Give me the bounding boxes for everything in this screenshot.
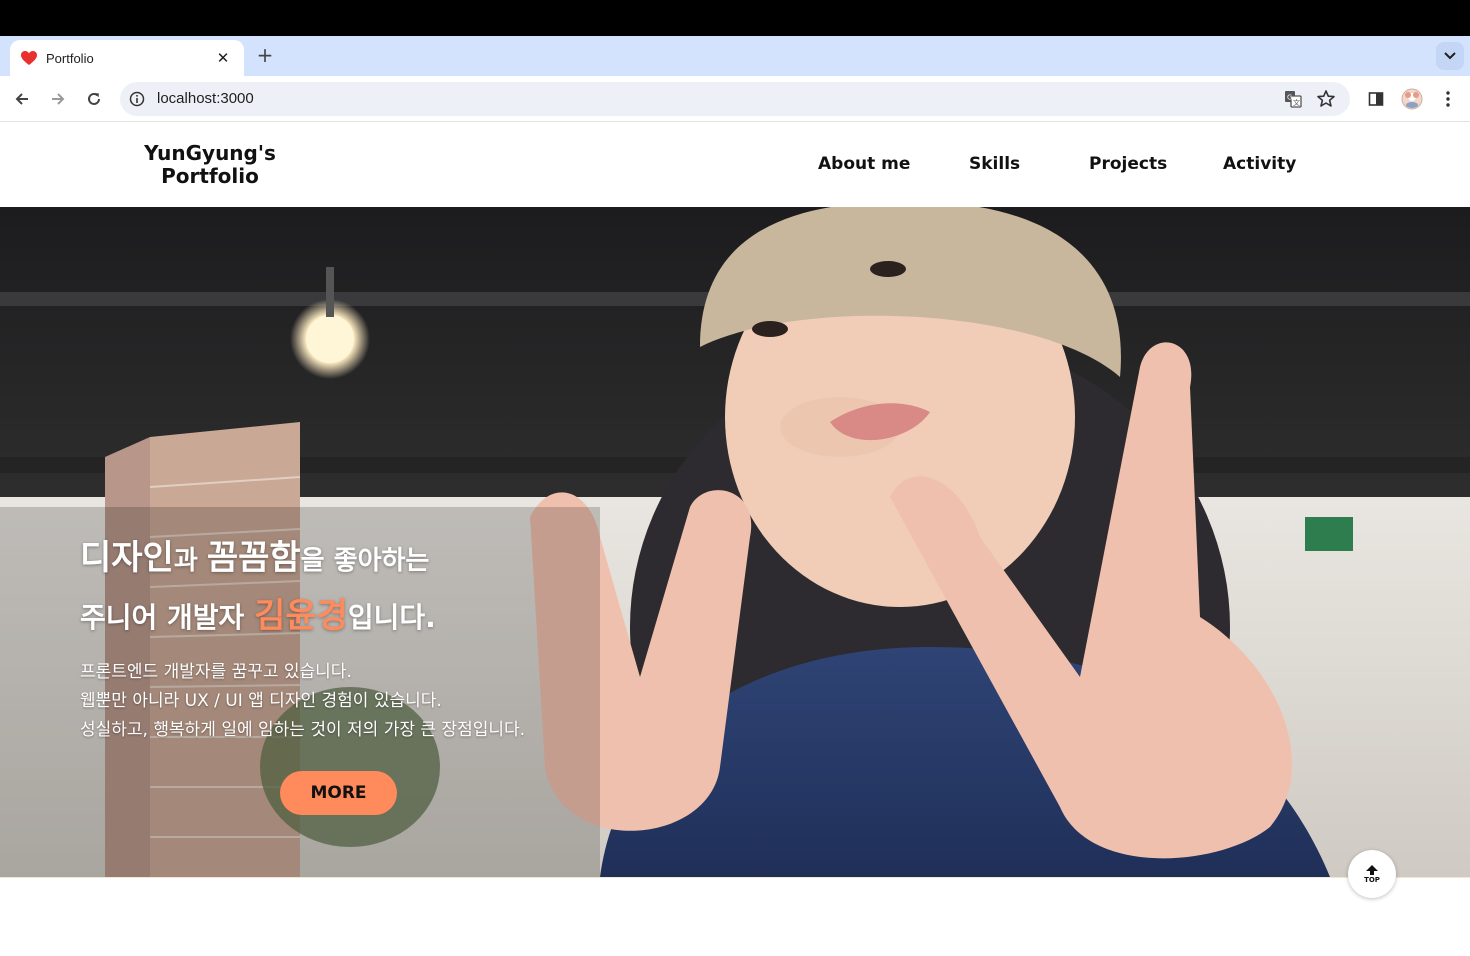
browser-menu-icon[interactable] — [1436, 87, 1460, 111]
hero-headline-line-2: 주니어 개발자 김윤경입니다. — [80, 590, 525, 648]
top-label: TOP — [1364, 875, 1380, 884]
heart-favicon-icon — [20, 49, 38, 67]
headline-word-meticulous: 꼼꼼함 — [206, 538, 301, 578]
desc-line-1: 프론트엔드 개발자를 꿈꾸고 있습니다. — [80, 662, 352, 682]
hero-description: 프론트엔드 개발자를 꿈꾸고 있습니다. 웹뿐만 아니라 UX / UI 앱 디… — [80, 658, 525, 745]
site-header: YunGyung's Portfolio About me Skills Pro… — [0, 123, 1470, 207]
hero-headline-line-1: 디자인과 꼼꼼함을 좋아하는 — [80, 532, 525, 590]
forward-arrow-icon[interactable] — [46, 87, 70, 111]
browser-tab-strip: Portfolio ✕ + — [0, 36, 1470, 76]
headline-end: 입니다. — [347, 601, 436, 634]
bookmark-star-icon[interactable] — [1316, 89, 1336, 109]
site-logo[interactable]: YunGyung's Portfolio — [135, 142, 285, 188]
url-text[interactable]: localhost:3000 — [157, 90, 254, 107]
back-arrow-icon[interactable] — [10, 87, 34, 111]
profile-avatar-icon[interactable] — [1400, 87, 1424, 111]
hero-text: 디자인과 꼼꼼함을 좋아하는 주니어 개발자 김윤경입니다. 프론트엔드 개발자… — [80, 532, 525, 745]
tab-title: Portfolio — [46, 50, 94, 66]
scroll-to-top-button[interactable]: TOP — [1348, 850, 1396, 898]
desc-line-2: 웹뿐만 아니라 UX / UI 앱 디자인 경험이 있습니다. — [80, 691, 442, 711]
translate-icon[interactable]: G文 — [1284, 90, 1302, 108]
hero-bottom-divider — [0, 877, 1470, 878]
new-tab-icon[interactable]: + — [254, 44, 276, 66]
tab-search-chevron-icon[interactable] — [1436, 42, 1464, 70]
headline-junior-dev: 주니어 개발자 — [80, 601, 255, 634]
nav-activity[interactable]: Activity — [1223, 154, 1296, 174]
svg-text:文: 文 — [1293, 98, 1300, 107]
logo-line-2: Portfolio — [161, 164, 259, 188]
side-panel-icon[interactable] — [1364, 87, 1388, 111]
address-bar[interactable]: localhost:3000 G文 — [120, 82, 1350, 116]
svg-text:G: G — [1287, 94, 1292, 102]
nav-skills[interactable]: Skills — [969, 154, 1020, 174]
site-info-icon[interactable] — [129, 91, 145, 107]
hero-section: 디자인과 꼼꼼함을 좋아하는 주니어 개발자 김윤경입니다. 프론트엔드 개발자… — [0, 207, 1470, 877]
browser-tab[interactable]: Portfolio ✕ — [10, 40, 244, 76]
screen-top-bar — [0, 0, 1470, 36]
up-arrow-icon — [1366, 864, 1378, 875]
more-button[interactable]: MORE — [280, 771, 397, 815]
reload-icon[interactable] — [82, 87, 106, 111]
headline-word-design: 디자인 — [80, 538, 174, 578]
browser-toolbar: localhost:3000 G文 — [0, 76, 1470, 122]
desc-line-3: 성실하고, 행복하게 일에 임하는 것이 저의 가장 큰 장점입니다. — [80, 720, 526, 740]
nav-projects[interactable]: Projects — [1089, 154, 1167, 174]
close-tab-icon[interactable]: ✕ — [214, 49, 232, 67]
headline-particle: 과 — [173, 546, 207, 576]
headline-name: 김윤경 — [254, 596, 348, 636]
headline-tail: 을 좋아하는 — [300, 546, 430, 576]
nav-about-me[interactable]: About me — [818, 154, 910, 174]
logo-line-1: YunGyung's — [144, 141, 276, 165]
